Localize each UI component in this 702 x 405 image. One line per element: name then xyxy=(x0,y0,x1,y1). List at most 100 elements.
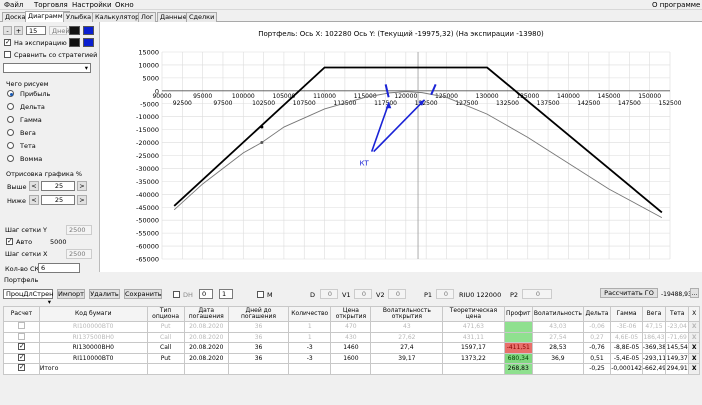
col-header[interactable]: Тип опциона xyxy=(146,306,185,322)
table-row[interactable]: RI100000BT0 Put 20.08.2020 36 1 470 43 471,63 43… xyxy=(3,321,700,333)
days-input[interactable]: 15 xyxy=(26,26,46,35)
menu-settings[interactable]: Настройки xyxy=(72,1,112,9)
compare-checkbox[interactable] xyxy=(4,51,11,58)
table-cell: 149,37 xyxy=(665,352,690,364)
col-header[interactable]: Теоретическая цена xyxy=(442,306,505,322)
col-header[interactable]: Дельта xyxy=(582,306,612,322)
y-tick-label: -5000 xyxy=(140,100,159,108)
table-cell: -3E-06 xyxy=(610,321,643,333)
above-decrease-button[interactable]: < xyxy=(29,181,39,191)
color-swatch-black[interactable] xyxy=(69,26,80,35)
col-header[interactable]: Волатильность xyxy=(532,306,584,322)
below-input[interactable]: 25 xyxy=(41,195,75,205)
plus-button[interactable]: + xyxy=(14,26,23,35)
radio-vega[interactable] xyxy=(7,129,14,136)
radio-gamma[interactable] xyxy=(7,116,14,123)
row-checkbox[interactable] xyxy=(17,322,25,330)
table-cell: 186,43 xyxy=(641,331,667,343)
radio-delta[interactable] xyxy=(7,103,14,110)
p2-input[interactable]: 0 xyxy=(522,289,552,299)
sko-input[interactable]: 6 xyxy=(38,263,80,273)
dh-checkbox[interactable] xyxy=(173,291,180,298)
y-tick-label: 10000 xyxy=(138,61,159,69)
row-checkbox[interactable] xyxy=(17,343,25,351)
margin-more-button[interactable]: ... xyxy=(690,288,699,298)
radio-profit[interactable] xyxy=(7,90,14,97)
col-header[interactable]: Дней до погашения xyxy=(227,306,290,322)
remove-row-button[interactable]: X xyxy=(688,363,700,375)
radio-theta[interactable] xyxy=(7,142,14,149)
dh-input-1[interactable]: 0 xyxy=(199,289,213,299)
table-row[interactable]: RI137500BH0 Call 20.08.2020 36 1 430 27,62 431,… xyxy=(3,331,700,343)
y-tick-label: 5000 xyxy=(142,74,159,82)
minus-button[interactable]: - xyxy=(3,26,12,35)
strategy-select[interactable]: ▾ xyxy=(3,63,91,73)
grid-y-input[interactable]: 2500 xyxy=(66,225,92,235)
x-tick-label: 150000 xyxy=(638,93,661,100)
settings-panel: - + 15 Дней На экспирацию Сравнить со ст… xyxy=(0,22,100,273)
table-row[interactable]: RI130000BH0Call20.08.202036-3146027,4159… xyxy=(3,342,700,354)
row-checkbox[interactable] xyxy=(17,364,25,372)
table-row[interactable]: Итого 268,83 -0,25-0,000142-662,49294,91X xyxy=(3,363,700,375)
expiry-color-black[interactable] xyxy=(69,38,80,47)
remove-row-button[interactable]: X xyxy=(688,321,700,333)
menu-window[interactable]: Окно xyxy=(115,1,134,9)
remove-row-button[interactable]: X xyxy=(688,352,700,364)
table-cell: 145,54 xyxy=(665,342,690,354)
radio-vomma[interactable] xyxy=(7,155,14,162)
col-header[interactable]: Код бумаги xyxy=(38,306,148,322)
radio-gamma-label: Гамма xyxy=(20,116,42,124)
col-header[interactable]: Волатильность открытия xyxy=(370,306,444,322)
above-increase-button[interactable]: > xyxy=(77,181,87,191)
remove-row-button[interactable]: X xyxy=(688,342,700,354)
chart-area: Портфель: Ось X: 102280 Ось Y: (Текущий … xyxy=(100,22,702,272)
above-input[interactable]: 25 xyxy=(41,181,75,191)
color-swatch-blue[interactable] xyxy=(83,26,94,35)
table-cell: 43 xyxy=(370,321,444,333)
col-header[interactable]: Гамма xyxy=(610,306,643,322)
calculate-margin-button[interactable]: Рассчитать ГО xyxy=(600,288,658,298)
grid-x-input[interactable]: 2500 xyxy=(66,249,92,259)
col-header[interactable]: Расчет xyxy=(3,306,40,322)
col-header[interactable]: Профит xyxy=(503,306,534,322)
v2-input[interactable]: 0 xyxy=(388,289,406,299)
tab-calculator[interactable]: Калькулятор xyxy=(92,12,143,22)
col-header[interactable]: Дата погашения xyxy=(183,306,229,322)
col-header[interactable]: Цена открытия xyxy=(330,306,372,322)
remove-row-button[interactable]: X xyxy=(688,331,700,343)
tab-smile[interactable]: Улыбка xyxy=(63,12,95,22)
col-header[interactable]: Количество xyxy=(288,306,332,322)
menu-trading[interactable]: Торговля xyxy=(34,1,68,9)
tab-log[interactable]: Лог xyxy=(138,12,157,22)
table-cell xyxy=(330,363,372,375)
tab-data[interactable]: Данные xyxy=(157,12,190,22)
account-select[interactable]: ПроцДлСтрен ▾ xyxy=(3,289,53,306)
col-header[interactable]: Х xyxy=(688,306,700,322)
delete-button[interactable]: Удалить xyxy=(89,289,120,299)
expiry-color-blue[interactable] xyxy=(83,38,94,47)
v1-input[interactable]: 0 xyxy=(354,289,372,299)
payoff-chart[interactable]: 150001000050000-5000-10000-15000-20000-2… xyxy=(100,22,702,272)
m-label: M xyxy=(267,291,273,299)
row-checkbox[interactable] xyxy=(17,353,25,361)
p1-input[interactable]: 0 xyxy=(436,289,454,299)
row-checkbox[interactable] xyxy=(17,332,25,340)
at-expiry-checkbox[interactable] xyxy=(4,38,11,46)
dh-input-2[interactable]: 1 xyxy=(219,289,233,299)
col-header[interactable]: Тета xyxy=(665,306,690,322)
col-header[interactable]: Вега xyxy=(641,306,667,322)
below-increase-button[interactable]: > xyxy=(77,195,87,205)
import-button[interactable]: Импорт xyxy=(57,289,85,299)
auto-checkbox[interactable] xyxy=(6,237,13,245)
grid-y-label: Шаг сетки Y xyxy=(5,226,47,234)
p2-label: P2 xyxy=(510,291,519,299)
menu-file[interactable]: Файл xyxy=(4,1,23,9)
tab-trades[interactable]: Сделки xyxy=(186,12,218,22)
m-checkbox[interactable] xyxy=(257,291,264,298)
table-row[interactable]: RI110000BT0Put20.08.202036-3160039,17137… xyxy=(3,352,700,364)
below-decrease-button[interactable]: < xyxy=(29,195,39,205)
d-input[interactable]: 0 xyxy=(320,289,338,299)
menu-about[interactable]: О программе xyxy=(652,1,700,9)
table-cell: 36 xyxy=(227,342,290,354)
save-button[interactable]: Сохранить xyxy=(124,289,162,299)
